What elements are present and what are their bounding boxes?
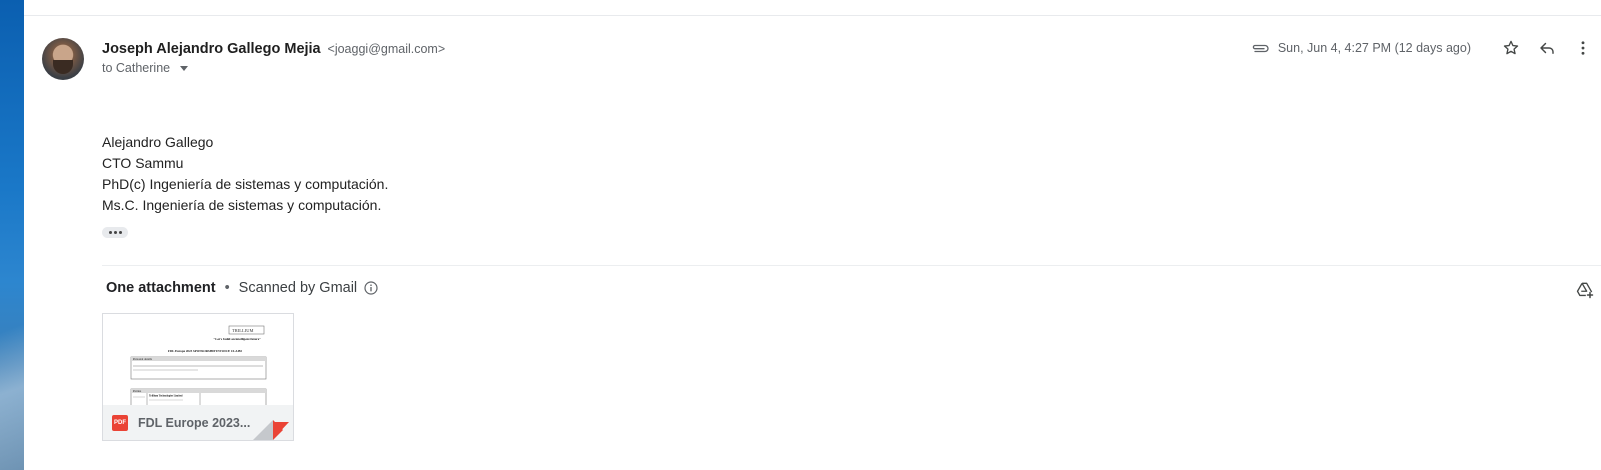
info-icon[interactable] <box>363 280 379 296</box>
ellipsis-dot <box>108 231 112 234</box>
signature-line: CTO Sammu <box>102 155 184 171</box>
svg-text:"Let's build an intelligent fu: "Let's build an intelligent future" <box>213 337 261 341</box>
scanned-label: Scanned by Gmail <box>238 280 358 296</box>
attachment-count: One attachment <box>106 280 216 296</box>
folded-corner-icon <box>253 420 293 440</box>
sender-email: <joaggi@gmail.com> <box>327 42 446 56</box>
more-options-button[interactable] <box>1565 36 1601 60</box>
show-details-chevron-down-icon[interactable] <box>180 65 189 71</box>
sender-row: Joseph Alejandro Gallego Mejia <joaggi@g… <box>102 40 445 57</box>
pdf-icon: PDF <box>112 414 128 431</box>
desktop-background <box>0 0 24 470</box>
signature-line: Ms.C. Ingeniería de sistemas y computaci… <box>102 197 382 213</box>
message-body: Alejandro Gallego CTO Sammu PhD(c) Ingen… <box>102 132 388 216</box>
email-message-panel: Joseph Alejandro Gallego Mejia <joaggi@g… <box>24 0 1601 470</box>
signature-line: PhD(c) Ingeniería de sistemas y computac… <box>102 176 389 192</box>
star-icon <box>1503 40 1519 55</box>
separator: • <box>224 280 230 296</box>
attachments-header: One attachment • Scanned by Gmail <box>106 280 379 296</box>
star-button[interactable] <box>1493 36 1529 60</box>
recipient-label: to Catherine <box>102 61 171 75</box>
svg-text:FDL Europe 2023 SPONSORSHIP IN: FDL Europe 2023 SPONSORSHIP INVOICE CLAI… <box>168 349 242 353</box>
avatar[interactable] <box>42 38 84 80</box>
paperclip-icon <box>1250 42 1270 54</box>
svg-text:Parties: Parties <box>133 389 142 393</box>
recipient-row: to Catherine <box>102 61 189 75</box>
add-to-drive-button[interactable] <box>1573 278 1597 302</box>
divider <box>24 15 1601 16</box>
attachment-card[interactable]: TRILLIUM "Let's build an intelligent fut… <box>102 313 294 441</box>
attachments-divider <box>102 265 1601 266</box>
ellipsis-dot <box>118 231 122 234</box>
svg-text:TRILLIUM: TRILLIUM <box>232 328 254 333</box>
message-meta: Sun, Jun 4, 4:27 PM (12 days ago) <box>1250 36 1601 60</box>
svg-text:Personal details: Personal details <box>133 357 153 361</box>
ellipsis-dot <box>113 231 117 234</box>
reply-icon <box>1540 42 1554 54</box>
message-date[interactable]: Sun, Jun 4, 4:27 PM (12 days ago) <box>1278 41 1471 55</box>
svg-text:Trillium Technologies Limited: Trillium Technologies Limited <box>149 395 183 398</box>
avatar-photo <box>53 60 73 74</box>
more-vert-icon <box>1581 41 1585 55</box>
add-to-drive-icon <box>1576 282 1594 299</box>
signature-line: Alejandro Gallego <box>102 134 214 150</box>
reply-button[interactable] <box>1529 36 1565 60</box>
show-trimmed-content-button[interactable] <box>102 227 128 238</box>
pdf-preview-thumbnail: TRILLIUM "Let's build an intelligent fut… <box>103 314 293 406</box>
sender-name[interactable]: Joseph Alejandro Gallego Mejia <box>102 41 321 57</box>
attachment-file-name: FDL Europe 2023... <box>138 415 251 430</box>
